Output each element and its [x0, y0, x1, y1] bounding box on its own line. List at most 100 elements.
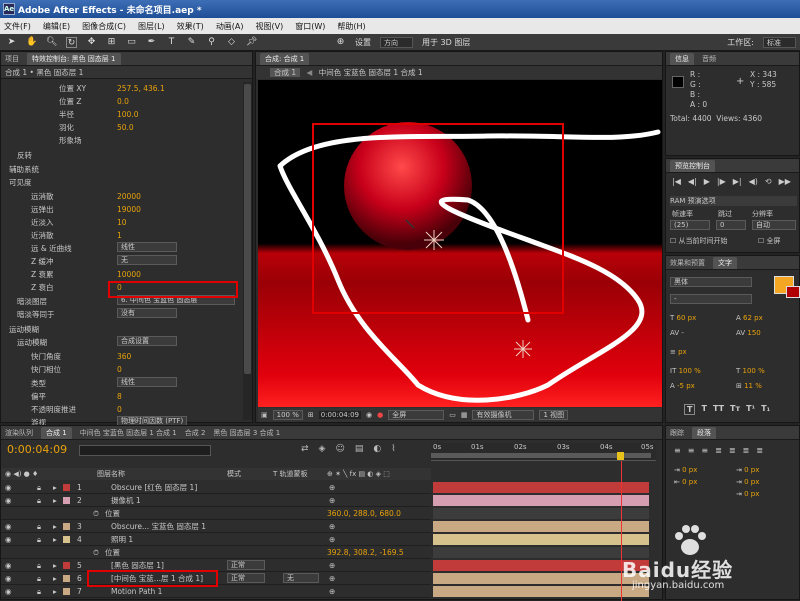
small-caps-icon[interactable]: Tᴛ — [730, 404, 740, 415]
menu-layer[interactable]: 图层(L) — [138, 21, 165, 32]
font-select[interactable]: 黑体 — [670, 277, 752, 287]
tab-effect-controls[interactable]: 特效控制台: 黑色 固态层 1 — [27, 52, 121, 65]
property-value[interactable]: 392.8, 308.2, -169.5 — [327, 546, 404, 559]
switch-icon[interactable]: ⊕ — [329, 494, 335, 507]
layer-row[interactable]: ◉ 🔒︎ ▸ 3 Obscure... 宝蓝色 固态层 1 ⊕ — [1, 520, 431, 533]
eye-icon[interactable]: ◉ — [5, 481, 12, 494]
lock-icon[interactable]: 🔒︎ — [37, 559, 41, 572]
rotate-tool-icon[interactable]: ↻ — [66, 36, 77, 48]
font-style-select[interactable]: - — [670, 294, 752, 304]
shy-icon[interactable]: ☺ — [335, 444, 344, 454]
vscale-value[interactable]: 100 % — [679, 367, 701, 375]
breadcrumb-subcomp[interactable]: 中间色 宝蓝色 固态层 1 合成 1 — [319, 68, 423, 77]
timeline-search-input[interactable] — [79, 445, 211, 456]
leading-value[interactable]: 62 px — [743, 314, 763, 322]
kerning-unit[interactable]: - — [681, 329, 684, 337]
font-size-value[interactable]: 60 px — [677, 314, 697, 322]
timeline-timecode[interactable]: 0:00:04:09 — [7, 443, 67, 456]
loop-icon[interactable]: ⟲ — [765, 177, 772, 186]
audio-icon[interactable]: ◀) — [749, 177, 758, 186]
graph-editor-icon[interactable]: ⌇ — [391, 444, 395, 454]
orbit-camera-icon[interactable]: ✥ — [86, 37, 97, 48]
comp-viewer[interactable] — [258, 80, 662, 407]
label-color[interactable] — [63, 497, 70, 504]
layer-bar[interactable] — [433, 573, 649, 584]
faux-italic-icon[interactable]: T — [701, 404, 706, 415]
label-color[interactable] — [63, 575, 70, 582]
align-right-icon[interactable]: ≡ — [701, 446, 708, 455]
layer-row[interactable]: ◉ 🔒︎ ▸ 4 照明 1 ⊕ — [1, 533, 431, 546]
expand-icon[interactable]: ▸ — [53, 533, 57, 546]
header-trkmat[interactable]: T 轨道蒙板 — [273, 468, 308, 480]
time-ruler[interactable]: 0s 01s 02s 03s 04s 05s — [431, 443, 656, 461]
eye-icon[interactable]: ◉ — [5, 559, 12, 572]
subscript-icon[interactable]: T₁ — [761, 404, 770, 415]
layer-bar[interactable] — [433, 495, 649, 506]
label-color[interactable] — [63, 484, 70, 491]
label-color[interactable] — [63, 588, 70, 595]
rectangle-tool-icon[interactable]: ▭ — [126, 37, 137, 48]
menu-file[interactable]: 文件(F) — [4, 21, 31, 32]
eye-icon[interactable]: ◉ — [5, 572, 12, 585]
layer-bar[interactable] — [433, 560, 649, 571]
effect-scrollbar[interactable] — [243, 82, 252, 420]
frame-blend-icon[interactable]: ▤ — [355, 444, 364, 454]
switch-icon[interactable]: ⊕ — [329, 572, 335, 585]
header-mode[interactable]: 模式 — [227, 468, 241, 480]
effect-row-select[interactable]: 线性 — [117, 377, 177, 387]
text-tool-icon[interactable]: T — [166, 37, 177, 48]
tracking-value[interactable]: 150 — [747, 329, 760, 337]
superscript-icon[interactable]: T¹ — [746, 404, 755, 415]
align-left-icon[interactable]: ≡ — [674, 446, 681, 455]
clone-stamp-icon[interactable]: ⚲ — [206, 37, 217, 48]
play-icon[interactable]: ▶ — [704, 177, 710, 186]
baseline-value[interactable]: -5 px — [677, 382, 695, 390]
layer-mode-select[interactable]: 正常 — [227, 573, 265, 583]
menu-animation[interactable]: 动画(A) — [216, 21, 244, 32]
views-select[interactable]: 1 视图 — [539, 410, 569, 420]
lock-icon[interactable]: 🔒︎ — [37, 585, 41, 598]
eye-icon[interactable]: ◉ — [5, 585, 12, 598]
tab-tracker[interactable]: 跟踪 — [670, 428, 684, 438]
faux-bold-icon[interactable]: T — [684, 404, 696, 415]
effect-row-value[interactable]: 8 — [117, 390, 122, 403]
menu-window[interactable]: 窗口(W) — [295, 21, 325, 32]
lock-icon[interactable]: 🔒︎ — [37, 520, 41, 533]
expand-icon[interactable]: ▸ — [53, 572, 57, 585]
expand-icon[interactable]: ▸ — [53, 494, 57, 507]
expand-icon[interactable]: ▸ — [53, 520, 57, 533]
grid-icon[interactable]: ⊞ — [308, 411, 314, 419]
zoom-tool-icon[interactable]: 🔍︎ — [46, 37, 57, 48]
layer-name[interactable]: 摄像机 1 — [111, 494, 141, 507]
layer-mode-select[interactable]: 正常 — [227, 560, 265, 570]
motion-blur-icon[interactable]: ◐ — [373, 444, 381, 454]
draft-3d-icon[interactable]: ◈ — [319, 444, 326, 454]
property-value[interactable]: 360.0, 288.0, 680.0 — [327, 507, 401, 520]
effect-row-value[interactable]: 257.5, 436.1 — [117, 82, 165, 95]
prev-frame-icon[interactable]: ◀| — [688, 177, 697, 186]
comp-mini-flowchart-icon[interactable]: ⇄ — [301, 444, 309, 454]
switch-icon[interactable]: ⊕ — [329, 481, 335, 494]
stroke-color-swatch[interactable] — [786, 286, 800, 298]
layer-name[interactable]: Obscure [红色 固态层 1] — [111, 481, 197, 494]
eye-icon[interactable]: ◉ — [5, 520, 12, 533]
hscale-value[interactable]: 100 % — [743, 367, 765, 375]
switch-icon[interactable]: ⊕ — [329, 585, 335, 598]
playhead-marker[interactable] — [617, 452, 624, 460]
snapshot-icon[interactable]: ◉ — [366, 411, 372, 419]
ram-options-select[interactable]: RAM 预演选项 — [670, 196, 797, 206]
all-caps-icon[interactable]: TT — [713, 404, 724, 415]
effect-row-value[interactable]: 20000 — [117, 190, 141, 203]
tab-preview[interactable]: 预览控制台 — [670, 159, 715, 172]
tsume-value[interactable]: 11 % — [744, 382, 762, 390]
lock-icon[interactable]: 🔒︎ — [37, 572, 41, 585]
menu-help[interactable]: 帮助(H) — [337, 21, 365, 32]
selection-tool-icon[interactable]: ➤ — [6, 37, 17, 48]
layer-bar[interactable] — [433, 482, 649, 493]
last-frame-icon[interactable]: ▶| — [733, 177, 742, 186]
puppet-pin-icon[interactable]: 📌︎ — [246, 37, 257, 48]
tab-audio[interactable]: 音频 — [702, 54, 716, 64]
effect-row-value[interactable]: 100.0 — [117, 108, 138, 121]
justify-all-icon[interactable]: ≣ — [756, 446, 763, 455]
justify-center-icon[interactable]: ≣ — [729, 446, 736, 455]
